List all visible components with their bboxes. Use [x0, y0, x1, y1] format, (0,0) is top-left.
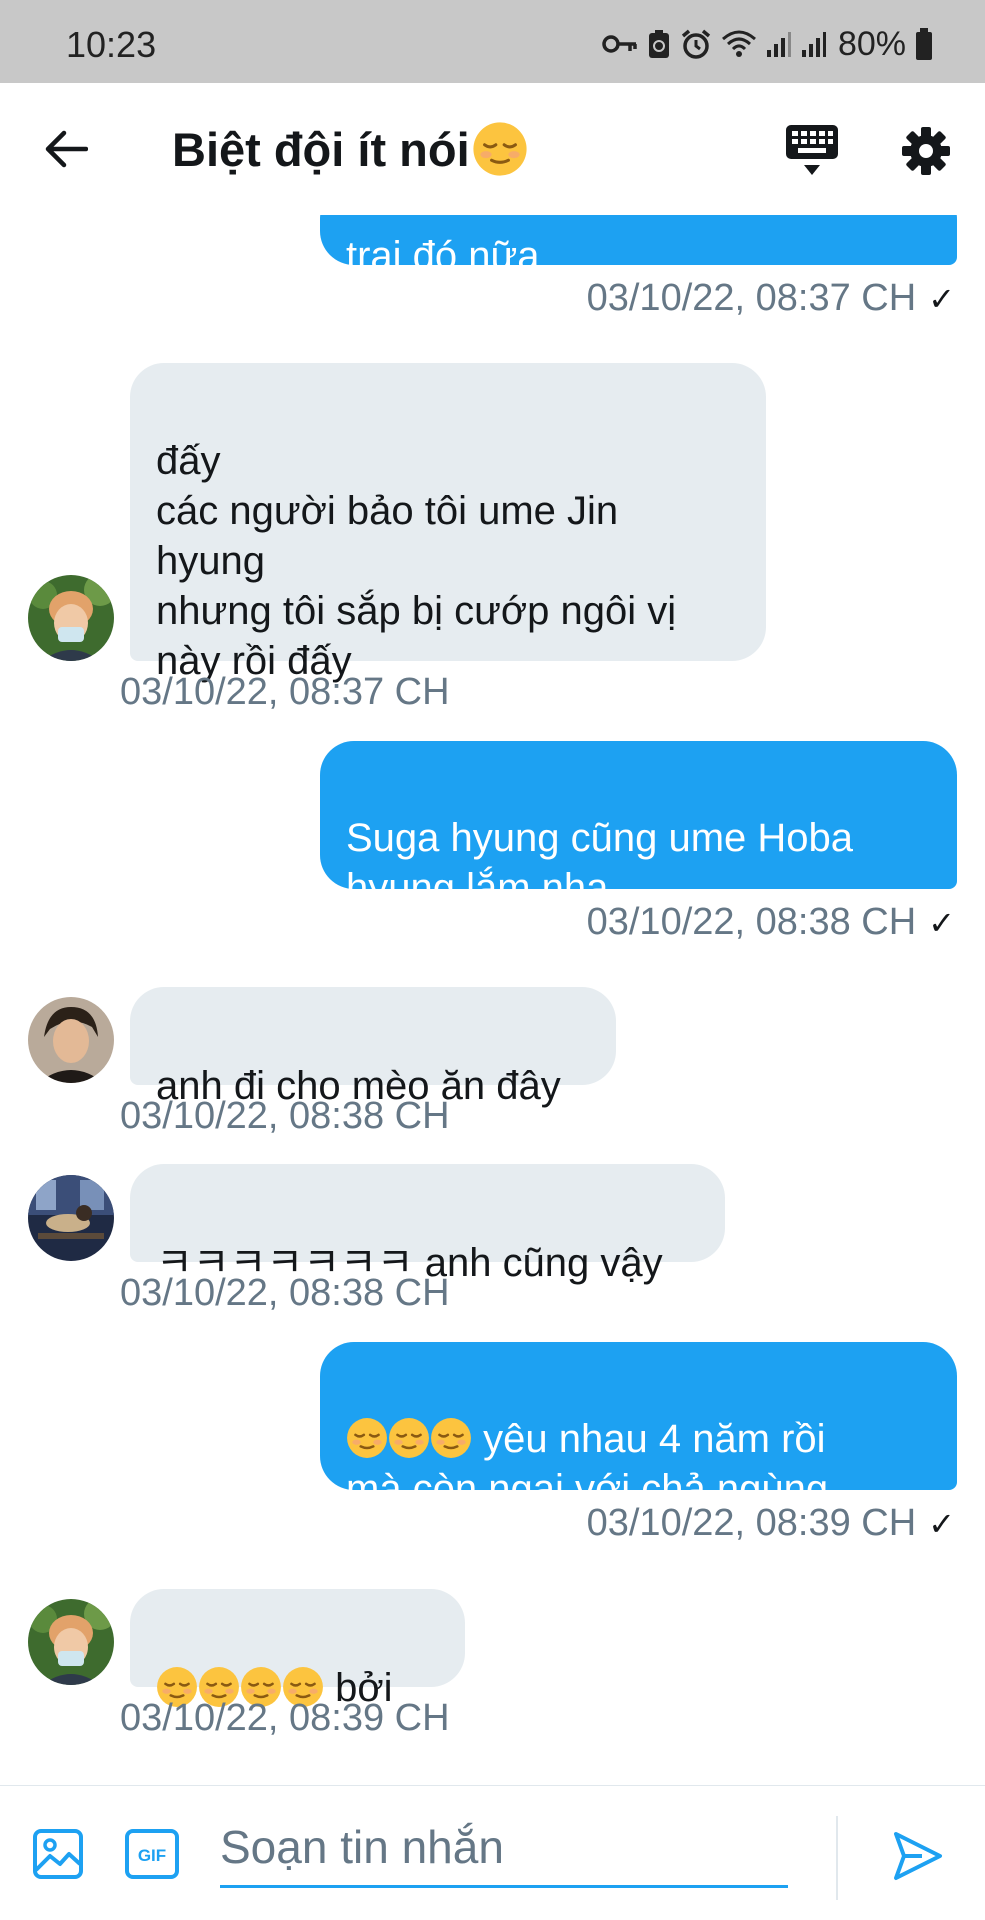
timestamp-text: 03/10/22, 08:37 CH	[586, 277, 917, 319]
image-icon	[33, 1829, 83, 1879]
message-text: trai đó nữa	[346, 234, 540, 278]
message-input[interactable]	[220, 1816, 788, 1888]
avatar[interactable]	[28, 575, 114, 661]
keyboard-toggle-button[interactable]	[782, 123, 842, 179]
key-icon	[602, 35, 637, 53]
message-bubble-outgoing[interactable]: trai đó nữa	[320, 215, 957, 278]
avatar-image	[28, 1175, 114, 1261]
status-time: 10:23	[66, 24, 157, 65]
avatar[interactable]	[28, 997, 114, 1083]
message-timestamp: 03/10/22, 08:37 CH ✓	[587, 277, 955, 320]
composer-divider	[836, 1816, 838, 1900]
relieved-face-icon	[347, 1418, 387, 1458]
emoji-group	[346, 1417, 483, 1461]
alarm-icon	[681, 29, 711, 59]
message-bubble-incoming[interactable]: anh đi cho mèo ăn đây	[130, 987, 616, 1108]
back-button[interactable]	[40, 123, 92, 175]
gear-icon	[902, 127, 950, 175]
wifi-icon	[721, 30, 756, 57]
message-timestamp: 03/10/22, 08:38 CH	[120, 1095, 450, 1137]
message-timestamp: 03/10/22, 08:38 CH	[120, 1272, 450, 1314]
message-bubble-outgoing[interactable]: Suga hyung cũng ume Hoba hyung lắm nha	[320, 741, 957, 910]
gif-icon: GIF	[125, 1829, 179, 1879]
signal-icon	[766, 32, 791, 57]
signal-icon	[801, 32, 826, 57]
conversation-title: Biệt đội ít nói	[172, 119, 528, 179]
relieved-face-icon	[431, 1418, 471, 1458]
send-button[interactable]	[892, 1830, 944, 1882]
status-icons: 80%	[602, 24, 933, 63]
add-photo-button[interactable]	[32, 1828, 84, 1880]
recycle-icon	[648, 30, 669, 58]
svg-text:GIF: GIF	[138, 1846, 166, 1865]
message-timestamp: 03/10/22, 08:37 CH	[120, 671, 450, 713]
message-timestamp: 03/10/22, 08:39 CH	[120, 1697, 450, 1739]
message-text: yêu nhau 4 năm rồi	[483, 1417, 826, 1461]
conversation-settings-button[interactable]	[900, 125, 952, 177]
battery-percent: 80%	[837, 24, 906, 63]
battery-icon	[916, 28, 932, 60]
send-icon	[894, 1832, 942, 1880]
message-text: đấy các người bảo tôi ume Jin hyung nhưn…	[156, 439, 677, 683]
keyboard-hide-icon	[786, 125, 838, 175]
conversation-header: Biệt đội ít nói	[0, 83, 985, 215]
message-bubble-outgoing[interactable]: yêu nhau 4 năm rồi mà còn ngại với chả ng…	[320, 1342, 957, 1511]
timestamp-text: 03/10/22, 08:39 CH	[586, 1502, 917, 1544]
message-list[interactable]: trai đó nữa 03/10/22, 08:37 CH ✓ đấy các…	[0, 215, 985, 1785]
message-timestamp: 03/10/22, 08:38 CH ✓	[587, 901, 955, 944]
avatar-image	[28, 1599, 114, 1685]
sent-check-icon: ✓	[928, 280, 955, 317]
message-composer: GIF	[0, 1785, 985, 1920]
message-bubble-incoming[interactable]: đấy các người bảo tôi ume Jin hyung nhưn…	[130, 363, 766, 683]
avatar-image	[28, 997, 114, 1083]
message-bubble-incoming[interactable]: bởi	[130, 1589, 465, 1710]
add-gif-button[interactable]: GIF	[124, 1828, 180, 1880]
message-bubble-incoming[interactable]: ㅋㅋㅋㅋㅋㅋㅋ anh cũng vậy	[130, 1164, 725, 1285]
timestamp-text: 03/10/22, 08:38 CH	[586, 901, 917, 943]
conversation-title-text: Biệt đội ít nói	[172, 122, 470, 176]
avatar-image	[28, 575, 114, 661]
relieved-face-icon	[389, 1418, 429, 1458]
sent-check-icon: ✓	[928, 904, 955, 941]
status-bar: 10:23 80%	[0, 0, 985, 83]
avatar[interactable]	[28, 1599, 114, 1685]
message-text: Suga hyung cũng ume Hoba hyung lắm nha	[346, 816, 854, 910]
message-timestamp: 03/10/22, 08:39 CH ✓	[587, 1502, 955, 1545]
avatar[interactable]	[28, 1175, 114, 1261]
back-arrow-icon	[45, 130, 88, 168]
sent-check-icon: ✓	[928, 1505, 955, 1542]
relieved-face-icon	[473, 122, 527, 176]
